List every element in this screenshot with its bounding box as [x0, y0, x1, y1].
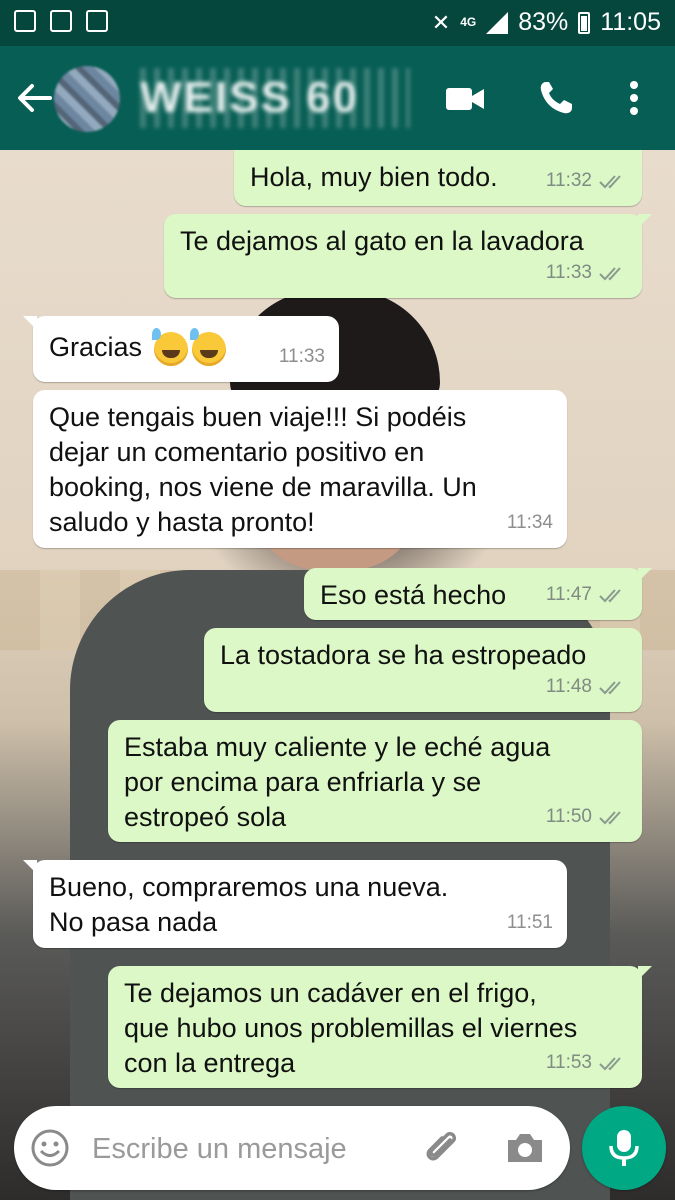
message-text: Te dejamos un cadáver en el frigo, que h… — [124, 978, 578, 1078]
message-text: Eso está hecho — [320, 580, 507, 610]
message-time: 11:48 — [545, 676, 592, 697]
network-type-label: 4G — [460, 15, 477, 29]
message-text: Gracias — [49, 332, 143, 362]
phone-icon[interactable] — [534, 76, 578, 120]
message-bubble-outgoing[interactable]: Te dejamos al gato en la lavadora 11:33 — [164, 214, 652, 298]
attach-icon[interactable] — [420, 1126, 462, 1168]
message-time: 11:34 — [506, 512, 553, 533]
status-bar: ✕ 4G 83% 11:05 — [0, 0, 675, 46]
mute-icon: ✕ — [431, 9, 451, 35]
signal-icon — [486, 11, 509, 34]
message-text: Bueno, compraremos una nueva. No pasa na… — [49, 872, 449, 937]
clock: 11:05 — [600, 8, 661, 36]
shopping-notification-icon — [50, 10, 72, 32]
message-time: 11:51 — [506, 912, 553, 933]
message-text: Estaba muy caliente y le eché agua por e… — [124, 732, 551, 832]
device-notification-icon — [86, 10, 108, 32]
grinning-sweat-emoji — [151, 327, 188, 366]
read-ticks-icon — [599, 588, 621, 602]
message-bubble-outgoing[interactable]: Te dejamos un cadáver en el frigo, que h… — [108, 966, 652, 1088]
contact-name[interactable]: WEISS 60 — [140, 68, 410, 128]
chat-header: WEISS 60 — [0, 46, 675, 150]
read-ticks-icon — [599, 680, 621, 694]
message-bubble-incoming[interactable]: Bueno, compraremos una nueva. No pasa na… — [23, 860, 567, 948]
message-text: Te dejamos al gato en la lavadora — [180, 226, 584, 256]
message-text: Hola, muy bien todo. — [250, 162, 498, 192]
message-time: 11:53 — [545, 1052, 592, 1073]
message-time: 11:32 — [545, 170, 592, 191]
message-bubble-outgoing[interactable]: Eso está hecho 11:47 — [304, 568, 652, 620]
camera-icon[interactable] — [504, 1128, 546, 1168]
mic-button[interactable] — [582, 1106, 666, 1190]
back-arrow-icon[interactable] — [14, 78, 54, 125]
message-text: Que tengais buen viaje!!! Si podéis deja… — [49, 402, 477, 537]
message-time: 11:47 — [545, 584, 592, 605]
more-vert-icon[interactable] — [612, 76, 656, 120]
message-bubble-outgoing[interactable]: Estaba muy caliente y le eché agua por e… — [108, 720, 642, 842]
message-input[interactable] — [90, 1124, 394, 1174]
message-time: 11:33 — [545, 262, 592, 283]
mic-icon — [609, 1130, 639, 1166]
gallery-notification-icon — [14, 10, 36, 32]
message-composer — [14, 1106, 570, 1190]
read-ticks-icon — [599, 266, 621, 280]
message-time: 11:33 — [278, 346, 325, 367]
message-time: 11:50 — [545, 806, 592, 827]
message-text: La tostadora se ha estropeado — [220, 640, 587, 670]
message-bubble-outgoing[interactable]: La tostadora se ha estropeado 11:48 — [204, 628, 642, 712]
battery-icon — [578, 11, 591, 34]
message-bubble-outgoing[interactable]: Hola, muy bien todo. 11:32 — [234, 150, 642, 206]
battery-percent: 83% — [518, 8, 569, 36]
message-bubble-incoming[interactable]: Que tengais buen viaje!!! Si podéis deja… — [33, 390, 567, 548]
emoji-icon[interactable] — [30, 1128, 70, 1168]
message-bubble-incoming[interactable]: Gracias 11:33 — [23, 316, 339, 382]
read-ticks-icon — [599, 1056, 621, 1070]
read-ticks-icon — [599, 174, 621, 188]
video-call-icon[interactable] — [442, 76, 486, 120]
contact-avatar[interactable] — [54, 66, 120, 132]
read-ticks-icon — [599, 810, 621, 824]
grinning-sweat-emoji — [189, 327, 226, 366]
